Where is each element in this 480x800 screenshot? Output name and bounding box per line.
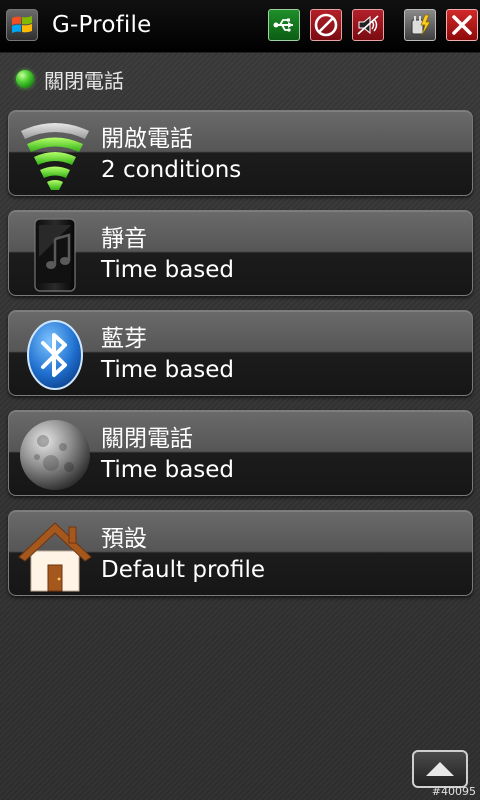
profile-description: Time based xyxy=(101,257,235,283)
profile-description: Default profile xyxy=(101,557,265,583)
home-icon xyxy=(17,517,93,593)
profile-description: 2 conditions xyxy=(101,157,242,183)
profile-name: 預設 xyxy=(101,526,147,552)
profile-name: 開啟電話 xyxy=(101,126,193,152)
bluetooth-icon xyxy=(17,317,93,393)
arrow-up-icon xyxy=(426,762,454,776)
charging-icon[interactable] xyxy=(404,9,436,41)
moon-icon xyxy=(17,417,93,493)
close-icon[interactable] xyxy=(446,9,478,41)
app-title: G-Profile xyxy=(52,12,152,38)
windows-start-icon[interactable] xyxy=(6,9,38,41)
status-indicator-icon xyxy=(16,70,34,88)
profile-item-default[interactable]: 預設 Default profile xyxy=(8,510,473,596)
block-icon[interactable] xyxy=(310,9,342,41)
active-profile-status: 關閉電話 xyxy=(16,66,124,93)
signal-icon xyxy=(17,117,93,193)
profile-item-off[interactable]: 關閉電話 Time based xyxy=(8,410,473,496)
profile-name: 關閉電話 xyxy=(101,426,193,452)
profile-description: Time based xyxy=(101,457,235,483)
usb-icon[interactable] xyxy=(268,9,300,41)
profile-name: 靜音 xyxy=(101,226,147,252)
profile-item-on[interactable]: 開啟電話 2 conditions xyxy=(8,110,473,196)
profile-item-silent[interactable]: 靜音 Time based xyxy=(8,210,473,296)
sound-off-icon[interactable] xyxy=(352,9,384,41)
watermark: #40095 xyxy=(431,785,476,798)
profile-description: Time based xyxy=(101,357,235,383)
active-profile-label: 關閉電話 xyxy=(44,68,124,93)
title-bar: G-Profile xyxy=(0,0,480,53)
phone-silent-icon xyxy=(17,217,93,293)
scroll-up-button[interactable] xyxy=(412,750,468,788)
profile-item-bluetooth[interactable]: 藍芽 Time based xyxy=(8,310,473,396)
profile-name: 藍芽 xyxy=(101,326,147,352)
profile-list: 開啟電話 2 conditions 靜音 Time based 藍芽 Time … xyxy=(8,110,473,610)
